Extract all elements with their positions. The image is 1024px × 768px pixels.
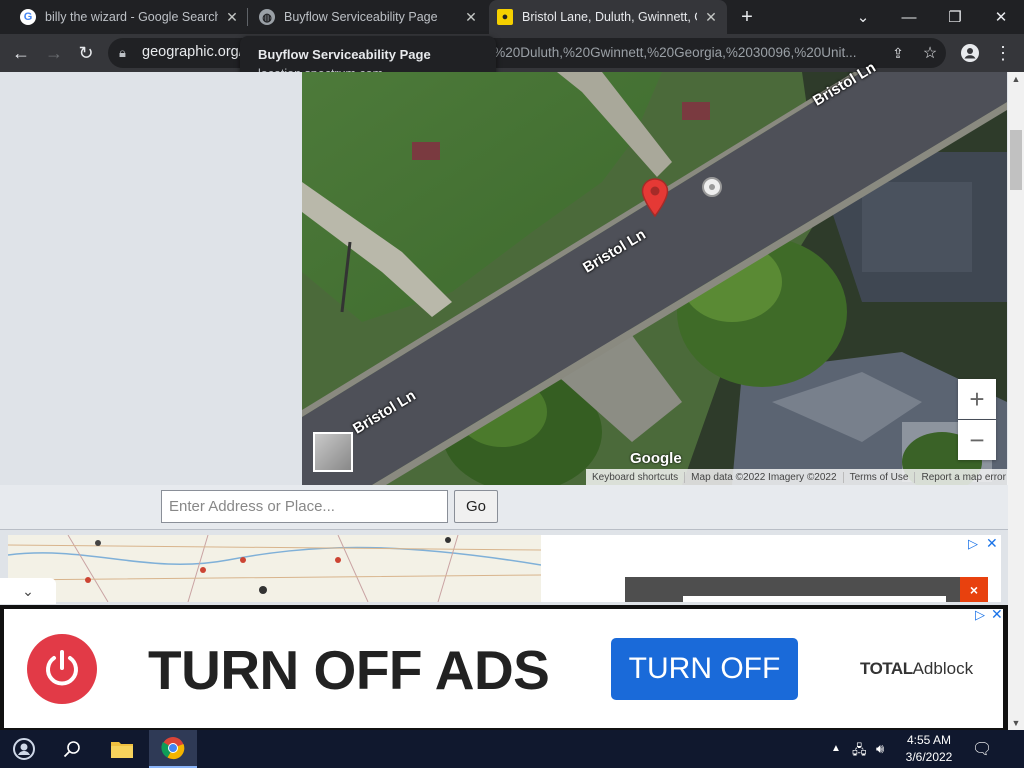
go-button[interactable]: Go [454,490,498,523]
volume-icon[interactable]: 🔊︎ [876,741,884,757]
bookmark-star-icon[interactable]: ☆ [918,41,942,65]
google-logo: Google [630,450,682,467]
close-window-button[interactable]: ✕ [978,0,1024,34]
close-ad-icon[interactable]: ✕ [986,535,998,552]
notifications-icon[interactable]: 🗨︎ [972,739,992,759]
tab-google-search[interactable]: G billy the wizard - Google Search ✕ [14,0,246,34]
close-video-button[interactable]: × [960,577,988,602]
divider [0,529,1008,530]
lock-icon[interactable]: 🔒︎ [119,45,126,61]
tray-overflow-icon[interactable]: ▲ [831,743,841,754]
keyboard-shortcuts-link[interactable]: Keyboard shortcuts [586,471,686,483]
tab-title: billy the wizard - Google Search [45,10,218,24]
menu-kebab-icon[interactable]: ⋮ [991,41,1015,65]
zoom-out-button[interactable]: − [958,420,996,460]
map-attribution: Keyboard shortcuts Map data ©2022 Imager… [586,469,1012,485]
profile-icon[interactable] [958,41,982,65]
network-icon[interactable]: 🖧︎ [852,741,867,763]
restore-button[interactable]: ❐ [932,0,978,34]
zoom-in-button[interactable]: + [958,379,996,419]
map-data-text: Map data ©2022 Imagery ©2022 [685,471,844,483]
ad-brand-bold: TOTAL [860,659,913,678]
scroll-down-icon[interactable]: ▼ [1008,716,1024,730]
tab-separator [247,8,248,26]
new-tab-button[interactable]: + [731,0,763,34]
ad-brand-rest: Adblock [912,659,974,678]
tab-title: Bristol Lane, Duluth, Gwinnett, Georgia [522,10,697,24]
terms-link[interactable]: Terms of Use [844,471,916,483]
tab-buyflow[interactable]: ◍ Buyflow Serviceability Page ✕ [253,0,485,34]
back-icon[interactable]: ← [9,41,33,65]
forward-icon[interactable]: → [42,41,66,65]
tooltip-title: Buyflow Serviceability Page [258,47,431,62]
scrollbar-thumb[interactable] [1010,130,1022,190]
adchoices-icon[interactable]: ▷ [968,536,978,552]
close-tab-icon[interactable]: ✕ [703,9,719,26]
collapse-chevron-icon[interactable]: ⌄ [0,578,56,604]
close-tab-icon[interactable]: ✕ [463,9,479,26]
state-map-image[interactable] [8,535,541,602]
ad-headline: TURN OFF ADS [148,639,550,701]
clock-time[interactable]: 4:55 AM [903,733,955,747]
chrome-icon[interactable] [149,730,197,768]
tab-bristol-lane[interactable]: ● Bristol Lane, Duluth, Gwinnett, Georgi… [489,0,727,34]
tab-search-icon[interactable]: ⌄ [840,0,886,34]
search-row [0,485,1008,529]
close-tab-icon[interactable]: ✕ [224,9,240,26]
adchoices-icon[interactable]: ▷ [975,607,985,623]
tab-title: Buyflow Serviceability Page [284,10,438,24]
address-search-input[interactable] [161,490,448,523]
power-icon [27,634,97,704]
file-explorer-icon[interactable] [98,730,146,768]
satellite-map[interactable] [302,72,1007,485]
minimize-button[interactable]: — [886,0,932,34]
url-path: e,%20Duluth,%20Gwinnett,%20Georgia,%2030… [482,45,857,60]
search-icon[interactable] [48,730,96,768]
turn-off-button[interactable]: TURN OFF [611,638,798,700]
globe-icon: ◍ [259,9,275,25]
map-type-toggle[interactable] [313,432,353,472]
share-icon[interactable]: ⇪ [886,41,910,65]
location-pin-icon[interactable] [641,178,669,223]
clock-date[interactable]: 3/6/2022 [903,750,955,764]
google-g-icon: G [20,9,36,25]
report-error-link[interactable]: Report a map error [915,472,1011,483]
start-icon[interactable] [0,730,48,768]
scroll-up-icon[interactable]: ▲ [1008,72,1024,86]
video-ad-content [683,596,946,602]
reload-icon[interactable]: ↻ [74,41,98,65]
ad-brand: TOTALAdblock [860,659,973,679]
close-ad-icon[interactable]: ✕ [991,606,1003,623]
geographic-favicon: ● [497,9,513,25]
url-host: geographic.org/ [142,44,243,60]
